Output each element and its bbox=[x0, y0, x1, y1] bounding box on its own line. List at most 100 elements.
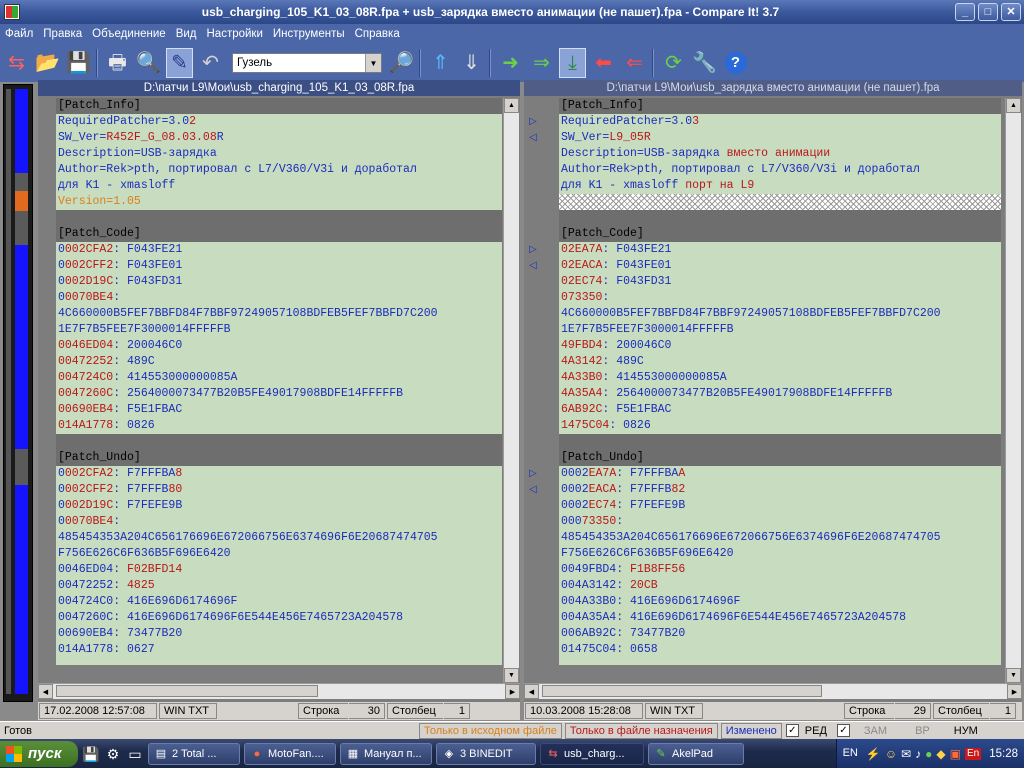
browser-icon: ● bbox=[253, 747, 261, 760]
save-quicklaunch-icon[interactable]: 💾 bbox=[82, 745, 100, 763]
binedit-icon: ◈ bbox=[444, 747, 454, 760]
desktop-quicklaunch-icon[interactable]: ▭ bbox=[126, 745, 144, 763]
scroll-down-icon[interactable]: ▼ bbox=[1006, 668, 1021, 683]
diff-arrow-right-icon[interactable]: ▷ bbox=[529, 244, 537, 256]
left-horizontal-scrollbar[interactable]: ◀ ▶ bbox=[38, 683, 520, 699]
line: RequiredPatcher=3.02 bbox=[58, 115, 197, 128]
zam-indicator: ЗАМ bbox=[863, 724, 888, 737]
edit-icon[interactable]: ✎ bbox=[166, 48, 193, 78]
messenger-icon[interactable]: ☺ bbox=[885, 748, 897, 760]
right-row-value: 29 bbox=[895, 703, 931, 719]
title-bar[interactable]: usb_charging_105_K1_03_08R.fpa + usb_зар… bbox=[0, 0, 1024, 24]
right-file-path: D:\патчи L9\Мои\usb_зарядка вместо анима… bbox=[524, 80, 1022, 96]
line: 004A35A4: 416E696D6174696F6E544E456E7465… bbox=[561, 611, 907, 624]
line: SW_Ver=R452F_G_08.03.08R bbox=[58, 131, 224, 144]
diff-arrow-left-icon[interactable]: ◁ bbox=[529, 484, 537, 496]
line: 00073350: bbox=[561, 515, 624, 528]
right-vertical-scrollbar[interactable]: ▲ ▼ bbox=[1005, 98, 1021, 683]
copy-left-icon[interactable]: ⬅ bbox=[590, 48, 617, 78]
left-encoding: WIN TXT bbox=[159, 703, 217, 719]
line: 00690EB4: 73477B20 bbox=[58, 627, 183, 640]
help-icon[interactable]: ? bbox=[722, 48, 749, 78]
right-text-view[interactable]: [Patch_Info] RequiredPatcher=3.03 SW_Ver… bbox=[559, 98, 1001, 665]
task-label: usb_charg... bbox=[564, 747, 625, 760]
search-icon[interactable]: 🔎 bbox=[388, 48, 415, 78]
copy-right-icon[interactable]: ➜ bbox=[497, 48, 524, 78]
scroll-up-icon[interactable]: ▲ bbox=[504, 98, 519, 113]
next-diff-icon[interactable]: ⇓ bbox=[458, 48, 485, 78]
new-compare-icon[interactable]: ⇆ bbox=[3, 48, 30, 78]
task-compare-it[interactable]: ⇆ usb_charg... bbox=[540, 742, 644, 765]
scroll-up-icon[interactable]: ▲ bbox=[1006, 98, 1021, 113]
document-icon: ▦ bbox=[347, 747, 359, 760]
zam-checkbox[interactable]: ✓ bbox=[836, 724, 850, 737]
volume-icon[interactable]: ♪ bbox=[915, 748, 921, 760]
prev-diff-icon[interactable]: ⇑ bbox=[427, 48, 454, 78]
scroll-down-icon[interactable]: ▼ bbox=[504, 668, 519, 683]
line: 00070BE4: bbox=[58, 515, 121, 528]
scroll-thumb[interactable] bbox=[56, 685, 318, 697]
diff-arrow-right-icon[interactable]: ▷ bbox=[529, 468, 537, 480]
red-checkbox[interactable]: ✓ bbox=[785, 724, 799, 737]
left-vertical-scrollbar[interactable]: ▲ ▼ bbox=[503, 98, 519, 683]
menu-view[interactable]: Вид bbox=[171, 24, 202, 44]
scroll-right-icon[interactable]: ▶ bbox=[1007, 684, 1022, 699]
tv-icon[interactable]: ▣ bbox=[950, 748, 961, 760]
menu-help[interactable]: Справка bbox=[350, 24, 405, 44]
diff-overview-bar[interactable] bbox=[3, 84, 33, 702]
notepad-icon: ✎ bbox=[656, 747, 666, 760]
network-icon[interactable]: ⚡ bbox=[866, 748, 881, 760]
merge-down-icon[interactable]: ⤓ bbox=[559, 48, 586, 78]
diff-arrow-left-icon[interactable]: ◁ bbox=[529, 132, 537, 144]
print-preview-icon[interactable]: 🔍 bbox=[135, 48, 162, 78]
start-button[interactable]: пуск bbox=[0, 740, 78, 767]
language-indicator[interactable]: EN bbox=[843, 748, 858, 759]
line: 014A1778: 0826 bbox=[58, 419, 155, 432]
diff-arrow-left-icon[interactable]: ◁ bbox=[529, 260, 537, 272]
line: 004724C0: 414553000000085A bbox=[58, 371, 238, 384]
scroll-right-icon[interactable]: ▶ bbox=[505, 684, 520, 699]
task-akelpad[interactable]: ✎ AkelPad bbox=[648, 742, 744, 765]
menu-file[interactable]: Файл bbox=[0, 24, 38, 44]
menu-settings[interactable]: Настройки bbox=[202, 24, 268, 44]
refresh-icon[interactable]: ⟳ bbox=[660, 48, 687, 78]
menu-tools[interactable]: Инструменты bbox=[268, 24, 350, 44]
line: 6AB92C: F5E1FBAC bbox=[561, 403, 672, 416]
update-icon[interactable]: ◆ bbox=[936, 748, 945, 760]
task-motofan[interactable]: ● MotoFan.... bbox=[244, 742, 336, 765]
scroll-left-icon[interactable]: ◀ bbox=[38, 684, 53, 699]
task-binedit[interactable]: ◈ 3 BINEDIT bbox=[436, 742, 536, 765]
line: для K1 - xmasloff порт на L9 bbox=[561, 179, 755, 192]
chevron-down-icon[interactable]: ▼ bbox=[365, 54, 381, 72]
tools-quicklaunch-icon[interactable]: ⚙ bbox=[104, 745, 122, 763]
copy-all-left-icon[interactable]: ⇐ bbox=[621, 48, 648, 78]
maximize-button[interactable]: □ bbox=[978, 3, 998, 21]
open-folder-icon[interactable]: 📂 bbox=[34, 48, 61, 78]
left-text-view[interactable]: [Patch_Info] RequiredPatcher=3.02 SW_Ver… bbox=[56, 98, 502, 665]
profile-select-value: Гузель bbox=[237, 57, 273, 69]
line: 0049FBD4: F1B8FF56 bbox=[561, 563, 686, 576]
minimize-button[interactable]: _ bbox=[955, 3, 975, 21]
save-icon[interactable]: 💾 bbox=[65, 48, 92, 78]
tray-language-icon[interactable]: En bbox=[964, 747, 982, 760]
task-manual[interactable]: ▦ Мануал п... bbox=[340, 742, 432, 765]
close-button[interactable]: ✕ bbox=[1001, 3, 1021, 21]
mail-icon[interactable]: ✉ bbox=[901, 748, 911, 760]
left-file-path: D:\патчи L9\Мои\usb_charging_105_K1_03_0… bbox=[38, 80, 520, 96]
app-icon[interactable] bbox=[4, 4, 20, 20]
antivirus-icon[interactable]: ● bbox=[925, 748, 932, 760]
task-total-commander[interactable]: ▤ 2 Total ... bbox=[148, 742, 240, 765]
scroll-left-icon[interactable]: ◀ bbox=[524, 684, 539, 699]
right-horizontal-scrollbar[interactable]: ◀ ▶ bbox=[524, 683, 1022, 699]
menu-edit[interactable]: Правка bbox=[38, 24, 87, 44]
line: 49FBD4: 200046C0 bbox=[561, 339, 672, 352]
menu-merge[interactable]: Объединение bbox=[87, 24, 171, 44]
copy-all-right-icon[interactable]: ⇒ bbox=[528, 48, 555, 78]
diff-arrow-right-icon[interactable]: ▷ bbox=[529, 116, 537, 128]
scroll-thumb[interactable] bbox=[542, 685, 822, 697]
line: 073350: bbox=[561, 291, 610, 304]
print-icon[interactable]: 🖶 bbox=[104, 48, 131, 78]
options-icon[interactable]: 🔧 bbox=[691, 48, 718, 78]
undo-icon[interactable]: ↶ bbox=[197, 48, 224, 78]
profile-select[interactable]: Гузель ▼ bbox=[232, 53, 382, 73]
